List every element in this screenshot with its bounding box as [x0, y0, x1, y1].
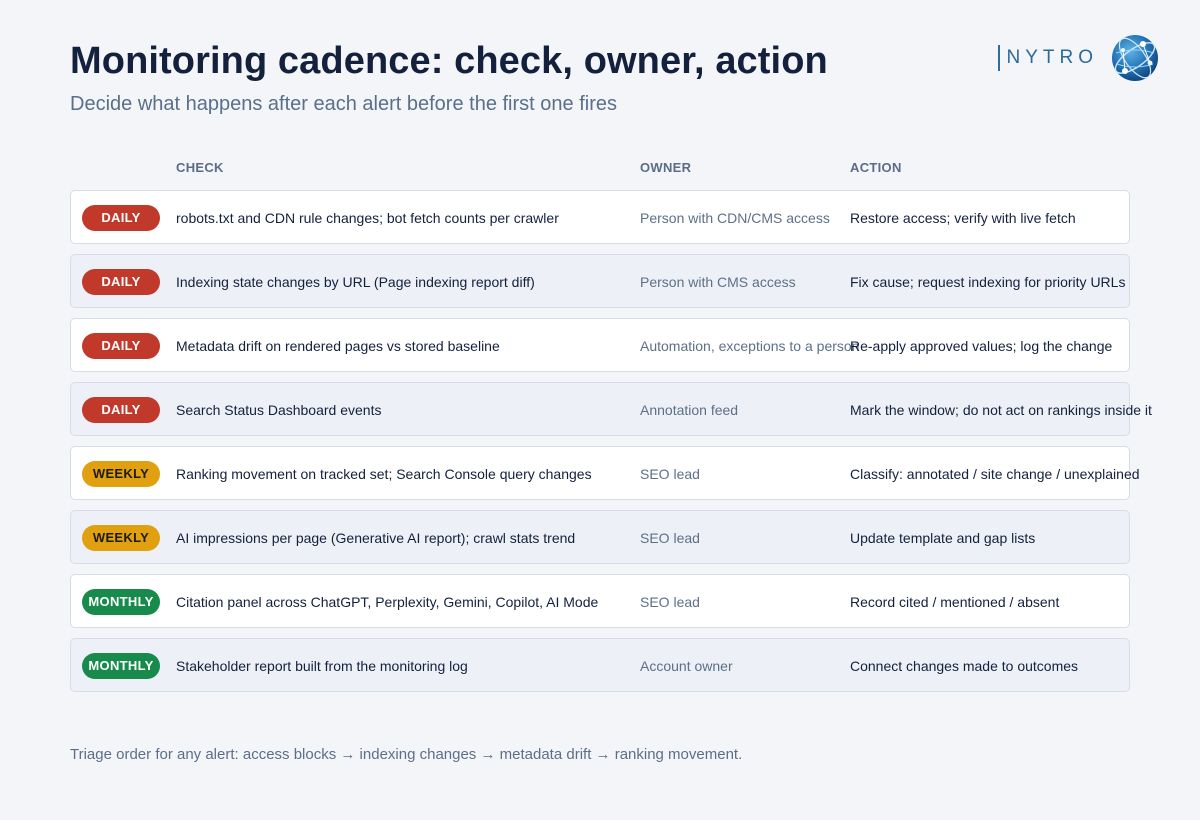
action-cell: Update template and gap lists [850, 530, 1036, 546]
column-header-owner: OWNER [640, 160, 692, 175]
action-cell: Re-apply approved values; log the change [850, 338, 1113, 354]
owner-cell: SEO lead [640, 594, 700, 610]
cadence-badge: WEEKLY [82, 525, 160, 551]
action-cell: Restore access; verify with live fetch [850, 210, 1076, 226]
action-cell: Record cited / mentioned / absent [850, 594, 1060, 610]
check-cell: Indexing state changes by URL (Page inde… [176, 274, 535, 290]
brand-divider [997, 45, 1000, 71]
cadence-badge: DAILY [82, 397, 160, 423]
triage-footnote: Triage order for any alert: access block… [70, 746, 743, 763]
brand-logo: NYTRO [997, 33, 1161, 83]
owner-cell: Annotation feed [640, 402, 739, 418]
cadence-badge: MONTHLY [82, 589, 160, 615]
table-row: DAILY robots.txt and CDN rule changes; b… [70, 190, 1130, 244]
globe-network-icon [1110, 33, 1160, 83]
action-cell: Connect changes made to outcomes [850, 658, 1079, 674]
action-cell: Classify: annotated / site change / unex… [850, 466, 1140, 482]
check-cell: Metadata drift on rendered pages vs stor… [176, 338, 500, 354]
column-header-action: ACTION [850, 160, 902, 175]
column-header-check: CHECK [176, 160, 224, 175]
check-cell: robots.txt and CDN rule changes; bot fet… [176, 210, 559, 226]
check-cell: Citation panel across ChatGPT, Perplexit… [176, 594, 599, 610]
table-row: DAILY Search Status Dashboard events Ann… [70, 382, 1152, 436]
check-cell: AI impressions per page (Generative AI r… [176, 530, 576, 546]
table-row: MONTHLY Citation panel across ChatGPT, P… [70, 574, 1130, 628]
table-header: CHECK OWNER ACTION [70, 158, 1130, 178]
table-row: MONTHLY Stakeholder report built from th… [70, 638, 1130, 692]
cadence-badge: DAILY [82, 205, 160, 231]
cadence-table: DAILY robots.txt and CDN rule changes; b… [70, 190, 1152, 702]
owner-cell: SEO lead [640, 530, 700, 546]
check-cell: Stakeholder report built from the monito… [176, 658, 468, 674]
owner-cell: SEO lead [640, 466, 700, 482]
check-cell: Ranking movement on tracked set; Search … [176, 466, 592, 482]
owner-cell: Person with CDN/CMS access [640, 210, 830, 226]
action-cell: Mark the window; do not act on rankings … [850, 402, 1152, 418]
page-title: Monitoring cadence: check, owner, action [70, 40, 828, 82]
cadence-badge: DAILY [82, 269, 160, 295]
table-row: DAILY Metadata drift on rendered pages v… [70, 318, 1130, 372]
cadence-badge: WEEKLY [82, 461, 160, 487]
action-cell: Fix cause; request indexing for priority… [850, 274, 1126, 290]
check-cell: Search Status Dashboard events [176, 402, 382, 418]
cadence-badge: MONTHLY [82, 653, 160, 679]
page-subtitle: Decide what happens after each alert bef… [70, 93, 617, 115]
table-row: DAILY Indexing state changes by URL (Pag… [70, 254, 1130, 308]
cadence-badge: DAILY [82, 333, 160, 359]
table-row: WEEKLY Ranking movement on tracked set; … [70, 446, 1140, 500]
owner-cell: Account owner [640, 658, 733, 674]
brand-wordmark: NYTRO [1006, 47, 1098, 68]
table-row: WEEKLY AI impressions per page (Generati… [70, 510, 1130, 564]
owner-cell: Person with CMS access [640, 274, 796, 290]
owner-cell: Automation, exceptions to a person [640, 338, 860, 354]
